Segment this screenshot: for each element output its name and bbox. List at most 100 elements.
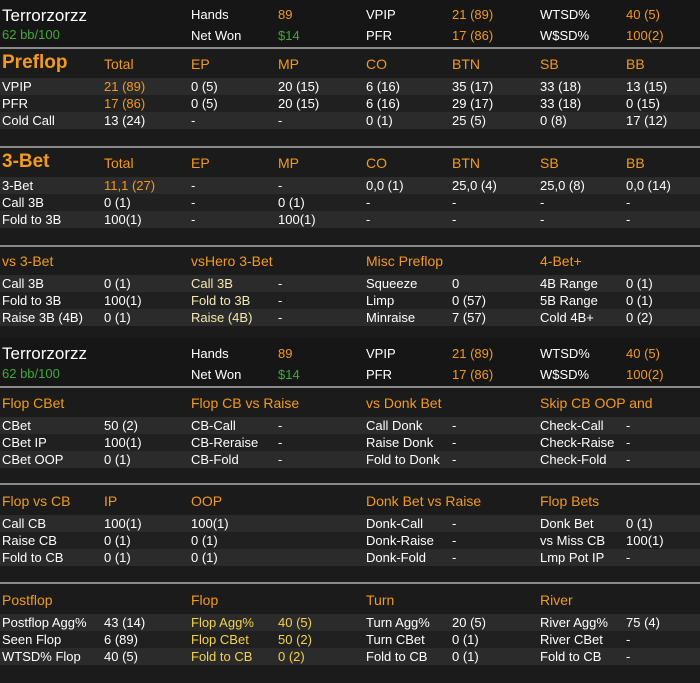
flop2-value: 0 (1) <box>626 516 653 531</box>
threebet-col-sb: SB <box>540 155 559 171</box>
threebet-col-mp: MP <box>278 155 299 171</box>
threebet-cell: 0,0 (14) <box>626 178 671 193</box>
postflop-value: 50 (2) <box>278 632 312 647</box>
flop2-value: 100(1) <box>191 516 229 531</box>
wtsd-label: WTSD% <box>540 7 590 22</box>
flop2-value: 100(1) <box>626 533 664 548</box>
flop2-label: vs Miss CB <box>540 533 605 548</box>
preflop-col-ep: EP <box>191 56 210 72</box>
misc-value: 0 <box>452 276 460 291</box>
flop-cbet-heading: Flop CBet <box>2 395 65 411</box>
flop1-value: - <box>626 435 631 450</box>
river-heading: River <box>540 592 573 608</box>
vs-donk-bet-heading: vs Donk Bet <box>366 395 442 411</box>
postflop-value: 0 (1) <box>452 649 479 664</box>
threebet-row-label: 3-Bet <box>2 178 34 193</box>
wtsd-value-2: 40 (5) <box>626 346 660 361</box>
misc-label: Raise (4B) <box>191 310 253 325</box>
preflop-cell: 13 (24) <box>104 113 146 128</box>
flop1-label: Fold to Donk <box>366 452 440 467</box>
flop2-label: Donk-Raise <box>366 533 434 548</box>
player-name: Terrorzorzz <box>2 6 88 25</box>
misc-label: Cold 4B+ <box>540 310 594 325</box>
postflop-label: Flop Agg% <box>191 615 254 630</box>
turn-heading: Turn <box>366 592 395 608</box>
flop1-label: Check-Raise <box>540 435 615 450</box>
threebet-cell: - <box>191 178 196 193</box>
postflop-label: Fold to CB <box>191 649 253 664</box>
postflop-label: River CBet <box>540 632 603 647</box>
flop2-value: 0 (1) <box>104 533 131 548</box>
preflop-col-mp: MP <box>278 56 299 72</box>
flop2-label: Donk Bet <box>540 516 594 531</box>
preflop-col-bb: BB <box>626 56 645 72</box>
threebet-cell: - <box>366 212 371 227</box>
flop1-value: - <box>452 435 457 450</box>
threebet-row-label: Call 3B <box>2 195 44 210</box>
preflop-row-label: Cold Call <box>2 113 55 128</box>
flop1-label: CB-Reraise <box>191 435 259 450</box>
preflop-cell: 21 (89) <box>104 79 146 94</box>
misc-value: 0 (2) <box>626 310 653 325</box>
preflop-cell: - <box>191 113 196 128</box>
pfr-value: 17 (86) <box>452 28 494 43</box>
wtsd-value: 40 (5) <box>626 7 660 22</box>
preflop-title: Preflop <box>2 52 68 73</box>
pfr-value-2: 17 (86) <box>452 367 494 382</box>
misc-label: Call 3B <box>191 276 233 291</box>
threebet-row-label: Fold to 3B <box>2 212 62 227</box>
preflop-cell: 0 (5) <box>191 79 218 94</box>
postflop-value: 40 (5) <box>278 615 312 630</box>
preflop-col-co: CO <box>366 56 387 72</box>
preflop-cell: 0 (15) <box>626 96 660 111</box>
flop-heading: Flop <box>191 592 219 608</box>
flop1-value: - <box>452 452 457 467</box>
wsd-value-2: 100(2) <box>626 367 664 382</box>
threebet-cell: - <box>626 195 631 210</box>
ip-heading: IP <box>104 493 118 509</box>
threebet-col-total: Total <box>104 155 134 171</box>
preflop-cell: 20 (15) <box>278 79 320 94</box>
misc-label: Minraise <box>366 310 416 325</box>
postflop-value: 40 (5) <box>104 649 138 664</box>
flop1-value: - <box>452 418 457 433</box>
hands-value-2: 89 <box>278 346 293 361</box>
hands-label-2: Hands <box>191 346 229 361</box>
misc-label: 5B Range <box>540 293 598 308</box>
misc-value: 0 (1) <box>104 276 131 291</box>
misc-value: 0 (1) <box>104 310 131 325</box>
flop1-label: Check-Call <box>540 418 604 433</box>
preflop-col-btn: BTN <box>452 56 480 72</box>
postflop-value: 6 (89) <box>104 632 138 647</box>
hands-label: Hands <box>191 7 229 22</box>
preflop-cell: - <box>278 113 283 128</box>
threebet-cell: - <box>540 212 545 227</box>
postflop-value: 0 (1) <box>452 632 479 647</box>
preflop-cell: 33 (18) <box>540 79 582 94</box>
flop1-value: - <box>278 418 283 433</box>
preflop-cell: 29 (17) <box>452 96 494 111</box>
misc-label: Squeeze <box>366 276 418 291</box>
misc-label: Call 3B <box>2 276 44 291</box>
postflop-value: 43 (14) <box>104 615 146 630</box>
misc-label: Limp <box>366 293 395 308</box>
flop1-value: 0 (1) <box>104 452 131 467</box>
threebet-cell: 100(1) <box>104 212 142 227</box>
preflop-cell: 20 (15) <box>278 96 320 111</box>
flop2-value: - <box>452 550 457 565</box>
preflop-cell: 13 (15) <box>626 79 668 94</box>
flop2-value: 100(1) <box>104 516 142 531</box>
flop2-value: - <box>626 550 631 565</box>
preflop-cell: 0 (1) <box>366 113 393 128</box>
pfr-label-2: PFR <box>366 367 392 382</box>
postflop-label: Turn CBet <box>366 632 425 647</box>
flop1-label: CBet OOP <box>2 452 64 467</box>
preflop-row-label: PFR <box>2 96 28 111</box>
miscpreflop-heading: Misc Preflop <box>366 253 444 269</box>
postflop-value: 0 (2) <box>278 649 305 664</box>
postflop-value: 75 (4) <box>626 615 660 630</box>
threebet-cell: - <box>452 212 457 227</box>
preflop-col-sb: SB <box>540 56 559 72</box>
flop1-label: Check-Fold <box>540 452 607 467</box>
vpip-label-2: VPIP <box>366 346 396 361</box>
